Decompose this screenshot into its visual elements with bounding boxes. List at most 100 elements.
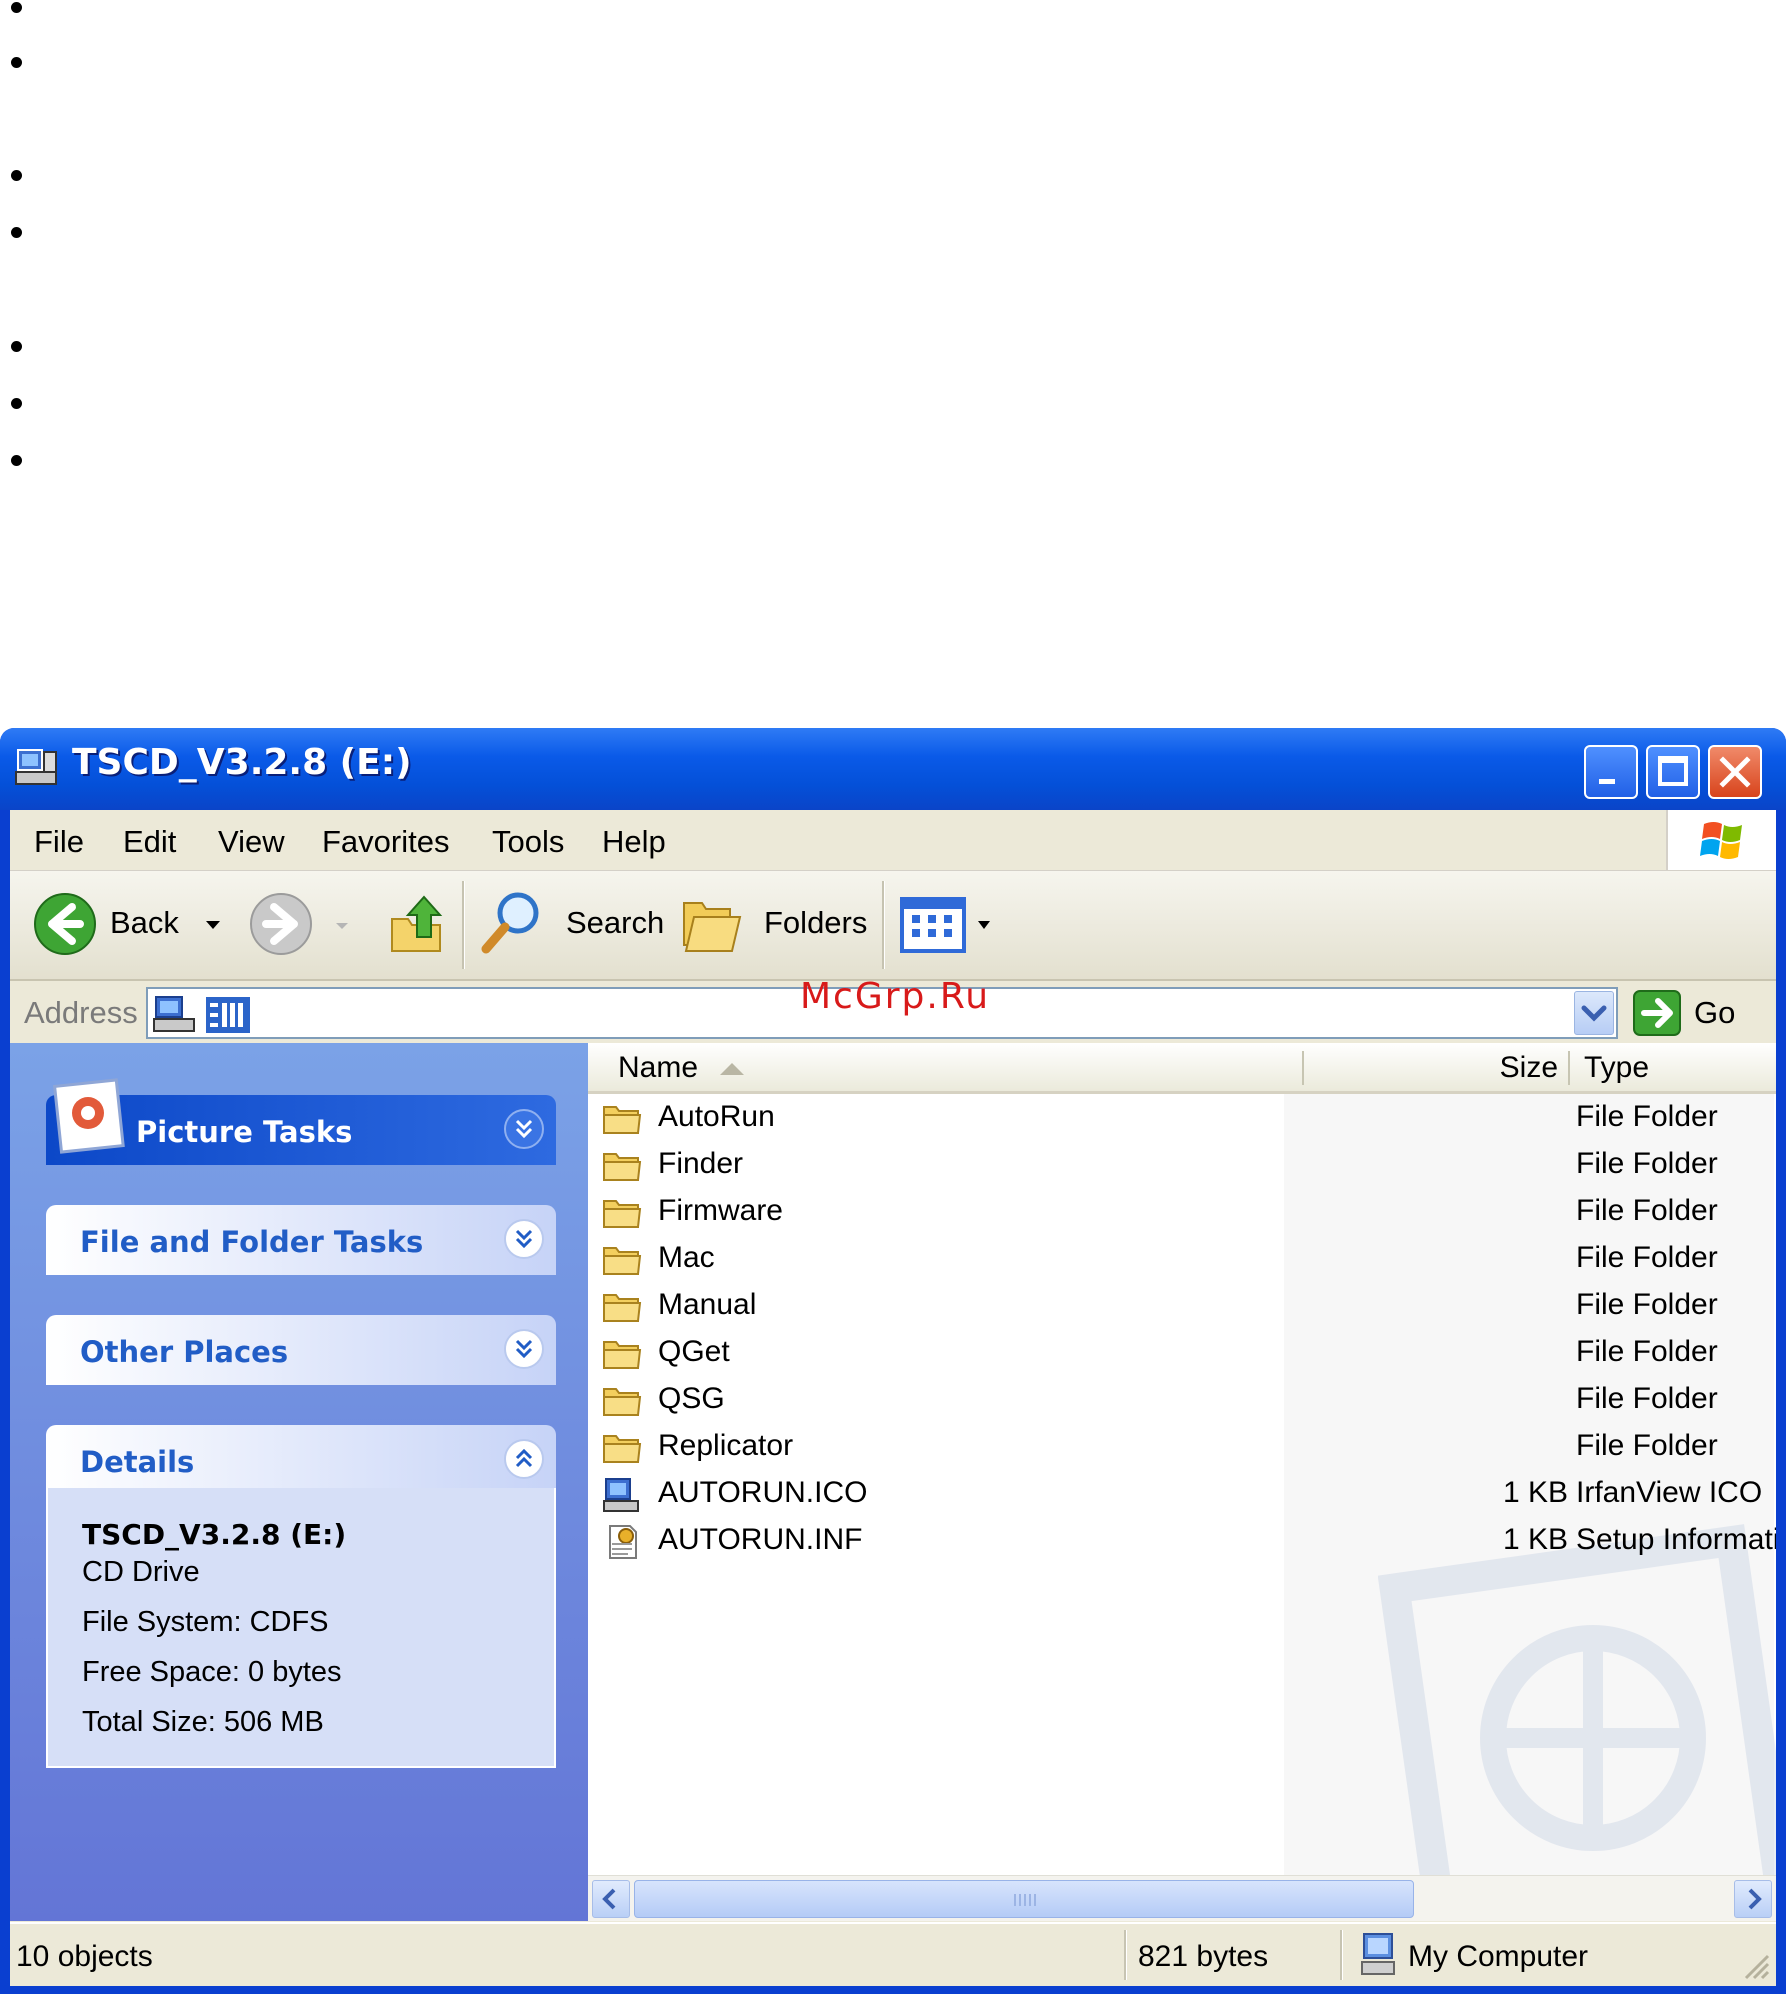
views-grid-icon [900,897,966,953]
menu-view[interactable]: View [218,824,285,860]
site-watermark: McGrp.Ru [800,976,991,1017]
cd-label-icon [206,997,250,1033]
expand-file-folder-tasks-button[interactable] [504,1219,544,1259]
views-button[interactable] [900,897,996,953]
title-bar[interactable]: TSCD_V3.2.8 (E:) [0,728,1786,810]
close-icon [1719,756,1751,788]
bullet [11,2,22,13]
file-type: File Folder [1576,1100,1718,1133]
address-dropdown-button[interactable] [1574,991,1614,1035]
folder-icon [603,1106,642,1134]
file-type: File Folder [1576,1382,1718,1415]
scroll-left-button[interactable] [592,1880,630,1918]
sort-ascending-icon [720,1063,744,1075]
scroll-thumb[interactable] [634,1880,1414,1918]
column-divider[interactable] [1302,1051,1304,1085]
file-row[interactable]: QSG File Folder [588,1377,1776,1424]
file-row[interactable]: Replicator File Folder [588,1424,1776,1471]
folder-icon [603,1200,642,1228]
folder-icon [603,1294,642,1322]
resize-grip-icon[interactable] [1740,1950,1770,1980]
details-free-space: Free Space: 0 bytes [82,1656,342,1688]
chevron-down-icon [1581,1005,1607,1022]
windows-flag-icon [1700,822,1742,859]
toolbar: Back Search Folders [10,871,1776,981]
details-title: Details [80,1445,195,1479]
file-row[interactable]: QGet File Folder [588,1330,1776,1377]
file-name: AUTORUN.INF [658,1523,863,1556]
details-header[interactable]: Details [46,1425,556,1489]
scroll-right-button[interactable] [1734,1880,1772,1918]
inf-file-icon [609,1525,637,1559]
double-chevron-down-icon [515,1229,533,1249]
folder-up-icon[interactable] [388,889,448,959]
folder-icon [603,1341,642,1369]
bullet [11,398,22,409]
column-header: Name Size Type [588,1043,1776,1094]
menu-favorites[interactable]: Favorites [322,824,449,860]
folders-button[interactable]: Folders [680,889,870,959]
other-places-header[interactable]: Other Places [46,1315,556,1385]
menu-edit[interactable]: Edit [123,824,176,860]
status-object-count: 10 objects [16,1940,153,1973]
file-name: Firmware [658,1194,783,1227]
search-button[interactable]: Search [478,889,666,959]
my-computer-icon [1361,1933,1395,1975]
file-row[interactable]: AutoRun File Folder [588,1095,1776,1142]
file-row[interactable]: Finder File Folder [588,1142,1776,1189]
bullet [11,341,22,352]
back-arrow-icon [34,893,96,955]
double-chevron-up-icon [515,1448,533,1468]
menu-file[interactable]: File [34,824,84,860]
file-folder-tasks-header[interactable]: File and Folder Tasks [46,1205,556,1275]
file-name: AUTORUN.ICO [658,1476,868,1509]
file-type: File Folder [1576,1147,1718,1180]
forward-arrow-icon [250,893,312,955]
file-type: File Folder [1576,1288,1718,1321]
forward-dropdown-icon [336,923,348,929]
close-button[interactable] [1708,745,1762,799]
column-type-header[interactable]: Type [1584,1051,1649,1085]
other-places-title: Other Places [80,1335,289,1369]
back-button[interactable]: Back [32,891,222,959]
menu-help[interactable]: Help [602,824,666,860]
maximize-button[interactable] [1646,745,1700,799]
file-type: Setup Information [1576,1523,1776,1556]
file-row[interactable]: Manual File Folder [588,1283,1776,1330]
expand-picture-tasks-button[interactable] [504,1109,544,1149]
grip-icon [1014,1894,1036,1906]
double-chevron-down-icon [515,1339,533,1359]
bullet [11,57,22,68]
column-size-header[interactable]: Size [1500,1051,1558,1085]
drive-icon [153,996,195,1032]
file-row[interactable]: AUTORUN.ICO 1 KB IrfanView ICO [588,1471,1776,1518]
folder-icon [603,1435,642,1463]
horizontal-scrollbar[interactable] [588,1875,1776,1921]
column-divider[interactable] [1568,1051,1570,1085]
collapse-details-button[interactable] [504,1439,544,1479]
explorer-window: TSCD_V3.2.8 (E:) File Edit View Favorite… [0,728,1786,1994]
cd-drive-icon [15,749,57,785]
picture-tasks-header[interactable]: Picture Tasks [46,1078,556,1165]
back-label: Back [110,905,179,940]
back-dropdown-icon[interactable] [204,919,222,931]
file-name: QSG [658,1382,725,1415]
toolbar-separator [882,881,885,969]
minimize-button[interactable] [1584,745,1638,799]
file-folder-tasks-title: File and Folder Tasks [80,1225,424,1259]
file-row[interactable]: Firmware File Folder [588,1189,1776,1236]
bullet [11,227,22,238]
file-list-pane: Name Size Type AutoRun File Folder Finder F… [588,1043,1776,1921]
file-name: Finder [658,1147,744,1180]
column-name-header[interactable]: Name [618,1051,698,1085]
folder-icon [603,1388,642,1416]
expand-other-places-button[interactable] [504,1329,544,1369]
bullet [11,455,22,466]
menu-tools[interactable]: Tools [492,824,564,860]
details-total-size: Total Size: 506 MB [82,1706,324,1738]
file-size: 1 KB [1502,1476,1568,1509]
folders-label: Folders [764,905,868,940]
file-row[interactable]: AUTORUN.INF 1 KBSetup Information [588,1518,1776,1565]
file-row[interactable]: Mac File Folder [588,1236,1776,1283]
forward-button[interactable] [248,891,358,959]
